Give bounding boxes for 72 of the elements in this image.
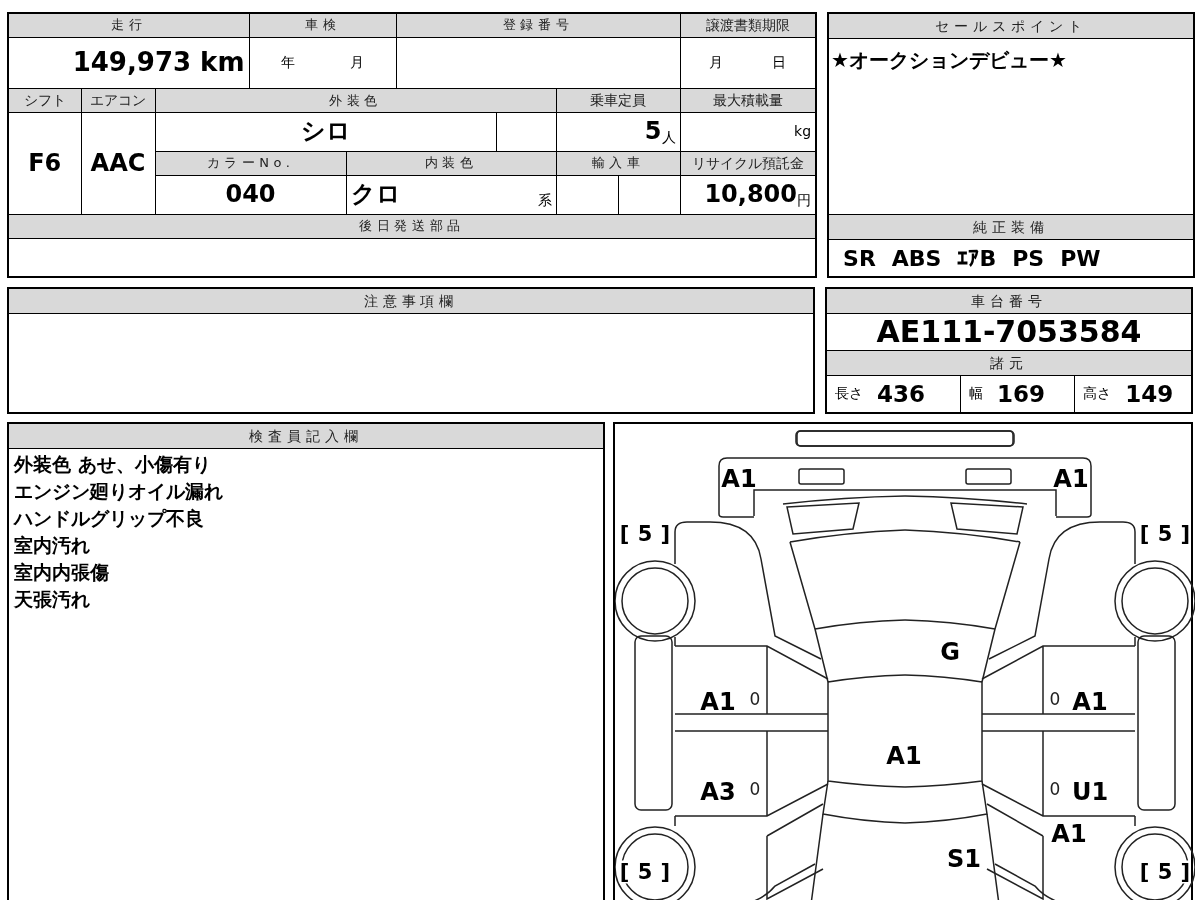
equipment-item: ｴｱB: [957, 245, 997, 271]
table-cell: 5: [644, 119, 662, 145]
table-cell: シロ: [155, 112, 496, 152]
equipment-item: SR: [843, 245, 876, 271]
column-header: カラーNo.: [155, 151, 346, 176]
column-header: リサイクル預託金: [680, 151, 817, 176]
section-header: 諸元: [827, 350, 1191, 376]
inspector-note: 外装色 あせ、小傷有り: [14, 452, 212, 477]
damage-code: U1: [1071, 780, 1109, 804]
table-cell: F6: [8, 112, 81, 215]
unit-label: kg: [794, 123, 812, 140]
dimension-label: 幅: [968, 385, 983, 403]
table-cell: AAC: [81, 112, 155, 215]
damage-code: 0: [749, 780, 761, 798]
column-header: 後日発送部品: [8, 214, 817, 239]
damage-code: 0: [1049, 690, 1061, 708]
table-cell: 10,800: [704, 182, 798, 208]
dimension-label: 長さ: [835, 385, 863, 403]
damage-code: A1: [721, 467, 757, 491]
damage-code: A3: [700, 780, 736, 804]
column-header: 輸入車: [556, 151, 681, 176]
column-header: 内装色: [346, 151, 556, 176]
inspector-note: エンジン廻りオイル漏れ: [14, 479, 224, 504]
unit-label: 円: [797, 192, 812, 208]
inspector-note: 天張汚れ: [14, 587, 91, 612]
equipment-item: PS: [1012, 245, 1045, 271]
tread-depth-label: [ 5 ]: [619, 860, 671, 884]
section-header: 車台番号: [827, 289, 1191, 314]
unit-label: 日: [772, 55, 787, 71]
section-header: 純正装備: [829, 214, 1194, 240]
mileage-value: 149,973 km: [8, 37, 249, 89]
table-cell: 月: [709, 55, 724, 71]
column-header: 最大積載量: [680, 88, 817, 113]
section-header: 検査員記入欄: [9, 424, 603, 449]
section-header: セールスポイント: [829, 14, 1194, 39]
column-header: 車検: [249, 13, 396, 37]
sales-point-text: ★オークションデビュー★: [830, 47, 1068, 74]
unit-label: 人: [661, 129, 676, 145]
damage-code: A1: [1051, 822, 1087, 846]
equipment-item: ABS: [891, 245, 942, 271]
inspector-note: ハンドルグリップ不良: [14, 506, 205, 531]
column-header: 譲渡書類期限: [680, 13, 817, 37]
damage-code: A1: [886, 744, 922, 768]
equipment-item: PW: [1060, 245, 1101, 271]
damage-code: A1: [700, 690, 736, 714]
inspector-note: 室内内張傷: [14, 560, 110, 585]
table-cell: 年: [281, 55, 295, 71]
damage-code: A1: [1053, 467, 1089, 491]
damage-code: 0: [1049, 780, 1061, 798]
dimension-value: 436: [877, 381, 925, 407]
inspector-note: 室内汚れ: [14, 533, 91, 558]
damage-code: S1: [947, 847, 981, 871]
unit-label: 系: [537, 192, 552, 208]
table-cell: 040: [155, 175, 346, 215]
dimension-label: 高さ: [1083, 385, 1112, 403]
table-cell: クロ: [350, 182, 401, 208]
section-header: 注意事項欄: [9, 289, 813, 314]
column-header: シフト: [8, 88, 81, 113]
column-header: 登録番号: [396, 13, 681, 37]
tread-depth-label: [ 5 ]: [619, 522, 671, 546]
tread-depth-label: [ 5 ]: [1139, 860, 1191, 884]
column-header: 乗車定員: [556, 88, 681, 113]
dimension-value: 169: [996, 381, 1045, 407]
tread-depth-label: [ 5 ]: [1139, 522, 1191, 546]
damage-code: A1: [1072, 690, 1108, 714]
unit-label: 月: [350, 55, 364, 71]
column-header: 外装色: [155, 88, 556, 113]
column-header: 走行: [8, 13, 249, 37]
dimension-value: 149: [1125, 381, 1174, 407]
chassis-number: AE111-7053584: [875, 314, 1143, 350]
damage-code: 0: [749, 690, 761, 708]
damage-code: G: [940, 640, 960, 664]
